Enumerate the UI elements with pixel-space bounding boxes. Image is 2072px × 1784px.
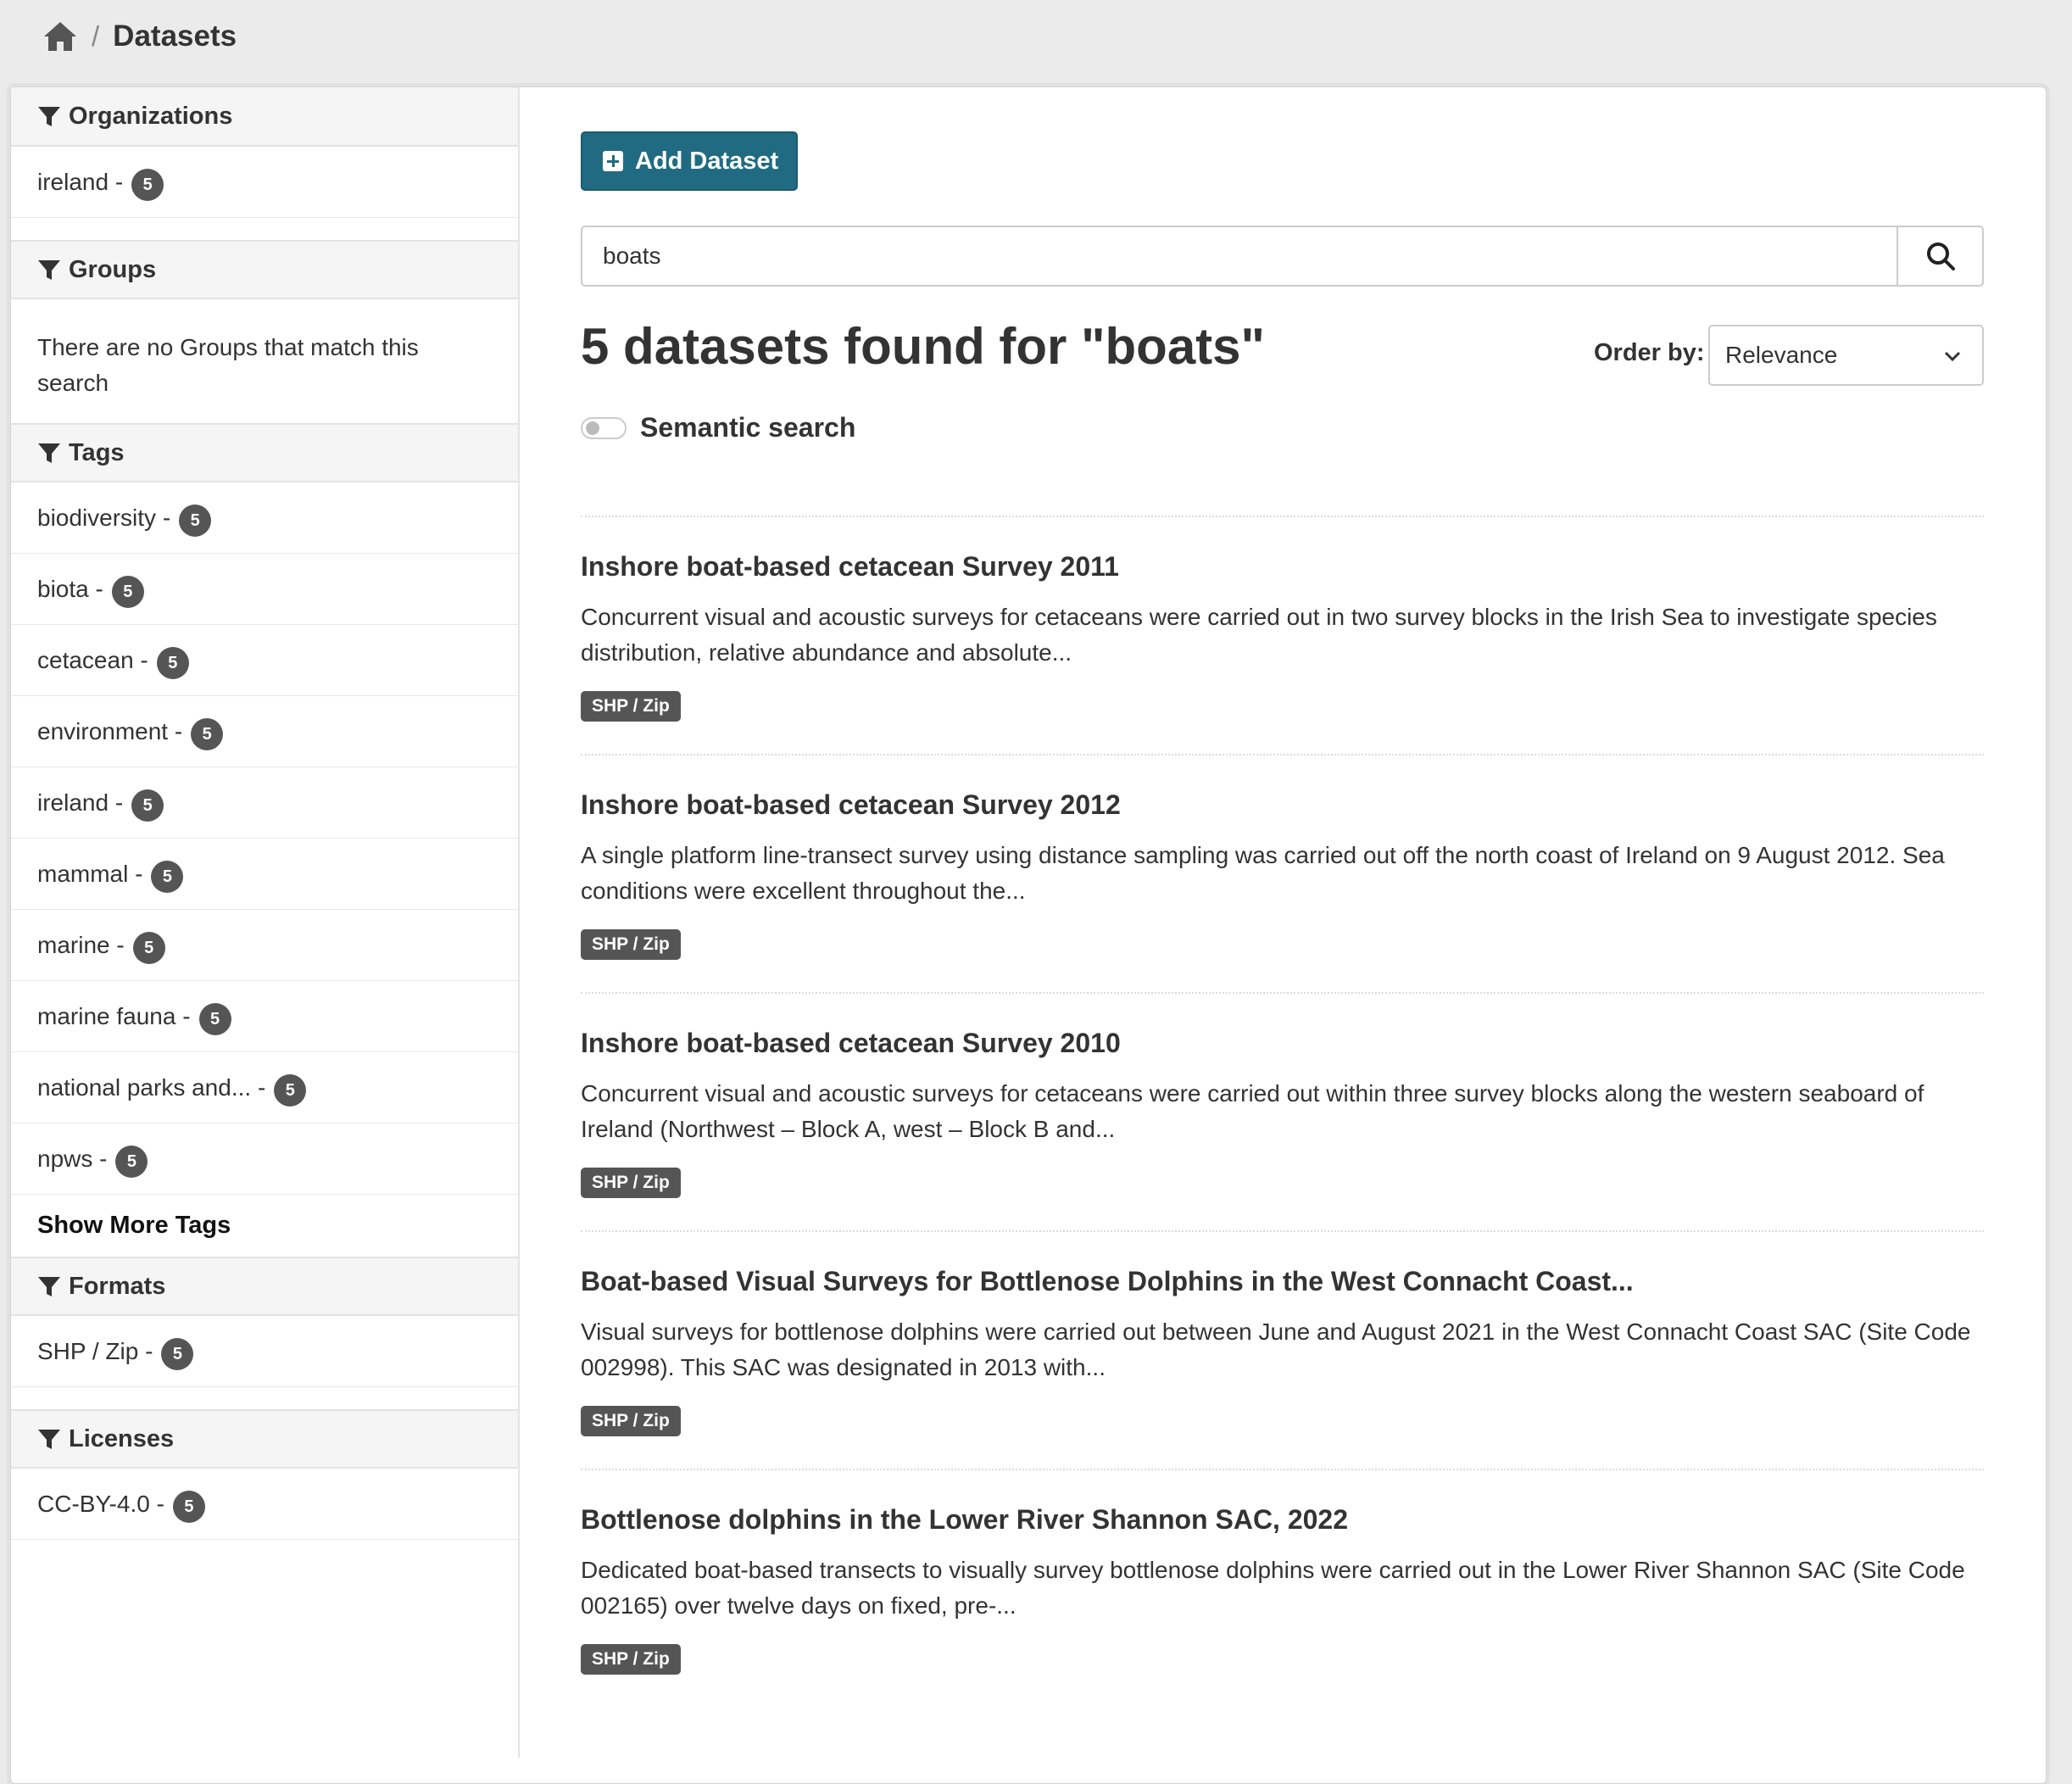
breadcrumb-separator: / — [92, 20, 100, 52]
dataset-item: Inshore boat-based cetacean Survey 2011 … — [581, 516, 1984, 754]
results-count-heading: 5 datasets found for "boats" — [581, 318, 1265, 375]
filter-icon — [38, 443, 60, 463]
count-badge: 5 — [161, 1337, 194, 1370]
facet-heading-organizations: Organizations — [11, 87, 518, 147]
facet-heading-groups: Groups — [11, 240, 518, 299]
dataset-description: Dedicated boat-based transects to visual… — [581, 1557, 1965, 1619]
format-badge[interactable]: SHP / Zip — [581, 691, 681, 722]
facet-item-organization-ireland[interactable]: ireland - 5 — [11, 147, 518, 218]
count-badge: 5 — [132, 931, 165, 964]
count-badge: 5 — [172, 1490, 205, 1523]
facet-item-label: marine - — [37, 931, 125, 958]
show-more-tags-link[interactable]: Show More Tags — [11, 1195, 518, 1257]
dataset-item: Bottlenose dolphins in the Lower River S… — [581, 1469, 1984, 1707]
semantic-search-label: Semantic search — [640, 412, 856, 443]
facet-item-tag[interactable]: national parks and... - 5 — [11, 1052, 518, 1123]
facet-item-tag[interactable]: ireland - 5 — [11, 767, 518, 839]
facet-title: Organizations — [69, 102, 233, 130]
facet-heading-licenses: Licenses — [11, 1409, 518, 1469]
facet-item-label: biota - — [37, 575, 103, 602]
dataset-title-link[interactable]: Boat-based Visual Surveys for Bottlenose… — [581, 1266, 1634, 1297]
dataset-title-link[interactable]: Bottlenose dolphins in the Lower River S… — [581, 1504, 1348, 1536]
format-badge[interactable]: SHP / Zip — [581, 1644, 681, 1675]
search-button[interactable] — [1897, 226, 1984, 287]
dataset-description: Concurrent visual and acoustic surveys f… — [581, 604, 1937, 666]
search-icon — [1926, 243, 1955, 270]
facet-item-label: national parks and... - — [37, 1073, 266, 1101]
facet-item-label: environment - — [37, 717, 183, 744]
count-badge: 5 — [156, 646, 189, 679]
facet-item-tag[interactable]: marine fauna - 5 — [11, 981, 518, 1052]
format-badge[interactable]: SHP / Zip — [581, 929, 681, 960]
dataset-description: Concurrent visual and acoustic surveys f… — [581, 1080, 1924, 1142]
search-form — [581, 226, 1984, 287]
count-badge: 5 — [151, 860, 184, 893]
facet-item-tag[interactable]: mammal - 5 — [11, 839, 518, 910]
format-badge[interactable]: SHP / Zip — [581, 1168, 681, 1198]
dataset-item: Boat-based Visual Surveys for Bottlenose… — [581, 1230, 1984, 1469]
facet-item-label: SHP / Zip - — [37, 1337, 153, 1364]
facet-item-tag[interactable]: biota - 5 — [11, 554, 518, 625]
order-by-select[interactable]: Relevance — [1708, 325, 1984, 386]
facet-item-format[interactable]: SHP / Zip - 5 — [11, 1316, 518, 1387]
facet-item-tag[interactable]: marine - 5 — [11, 910, 518, 981]
dataset-item: Inshore boat-based cetacean Survey 2012 … — [581, 754, 1984, 992]
facet-heading-formats: Formats — [11, 1257, 518, 1316]
filter-icon — [38, 1277, 60, 1296]
semantic-search-toggle[interactable] — [581, 416, 627, 439]
home-icon[interactable] — [42, 20, 78, 53]
count-badge: 5 — [131, 789, 164, 822]
facet-sidebar: Organizations ireland - 5 Groups There a… — [11, 87, 520, 1758]
facet-title: Licenses — [69, 1424, 175, 1452]
dataset-title-link[interactable]: Inshore boat-based cetacean Survey 2011 — [581, 551, 1119, 583]
count-badge: 5 — [131, 168, 164, 201]
filter-icon — [38, 107, 60, 126]
count-badge: 5 — [191, 717, 224, 750]
dataset-description: Visual surveys for bottlenose dolphins w… — [581, 1318, 1971, 1380]
facet-title: Groups — [69, 255, 157, 283]
facet-item-license[interactable]: CC-BY-4.0 - 5 — [11, 1469, 518, 1540]
chevron-down-icon — [1944, 351, 1961, 362]
facet-item-tag[interactable]: biodiversity - 5 — [11, 482, 518, 554]
filter-icon — [38, 260, 60, 280]
filter-icon — [38, 1430, 60, 1449]
dataset-description: A single platform line-transect survey u… — [581, 842, 1945, 904]
breadcrumb-datasets[interactable]: Datasets — [113, 20, 237, 53]
semantic-search-control: Semantic search — [581, 412, 855, 443]
count-badge: 5 — [111, 575, 144, 608]
facet-item-label: ireland - — [37, 789, 124, 816]
groups-empty-message: There are no Groups that match this sear… — [37, 334, 419, 396]
count-badge: 5 — [179, 504, 212, 537]
count-badge: 5 — [115, 1145, 148, 1178]
dataset-list: Inshore boat-based cetacean Survey 2011 … — [581, 516, 1984, 1707]
facet-heading-tags: Tags — [11, 423, 518, 482]
facet-item-label: npws - — [37, 1145, 108, 1172]
facet-item-tag[interactable]: environment - 5 — [11, 696, 518, 767]
toggle-knob — [586, 421, 599, 435]
facet-item-label: cetacean - — [37, 646, 148, 673]
count-badge: 5 — [198, 1002, 231, 1035]
add-dataset-label: Add Dataset — [635, 147, 779, 175]
search-input[interactable] — [581, 226, 1899, 287]
facet-item-label: CC-BY-4.0 - — [37, 1490, 164, 1517]
facet-item-tag[interactable]: cetacean - 5 — [11, 625, 518, 696]
format-badge[interactable]: SHP / Zip — [581, 1406, 681, 1436]
dataset-title-link[interactable]: Inshore boat-based cetacean Survey 2012 — [581, 789, 1121, 821]
facet-item-label: biodiversity - — [37, 504, 171, 531]
facet-item-label: marine fauna - — [37, 1002, 191, 1029]
order-by-value: Relevance — [1725, 342, 1838, 368]
dataset-item: Inshore boat-based cetacean Survey 2010 … — [581, 992, 1984, 1230]
facet-title: Tags — [69, 438, 125, 466]
count-badge: 5 — [274, 1073, 307, 1107]
add-dataset-button[interactable]: Add Dataset — [581, 131, 798, 191]
dataset-title-link[interactable]: Inshore boat-based cetacean Survey 2010 — [581, 1028, 1121, 1059]
facet-item-label: mammal - — [37, 860, 143, 887]
facet-item-tag[interactable]: npws - 5 — [11, 1123, 518, 1195]
plus-square-icon — [603, 151, 623, 171]
breadcrumb: / Datasets — [42, 15, 237, 58]
order-by-label: Order by: — [1594, 339, 1705, 366]
facet-item-label: ireland - — [37, 168, 124, 195]
facet-title: Formats — [69, 1272, 166, 1300]
